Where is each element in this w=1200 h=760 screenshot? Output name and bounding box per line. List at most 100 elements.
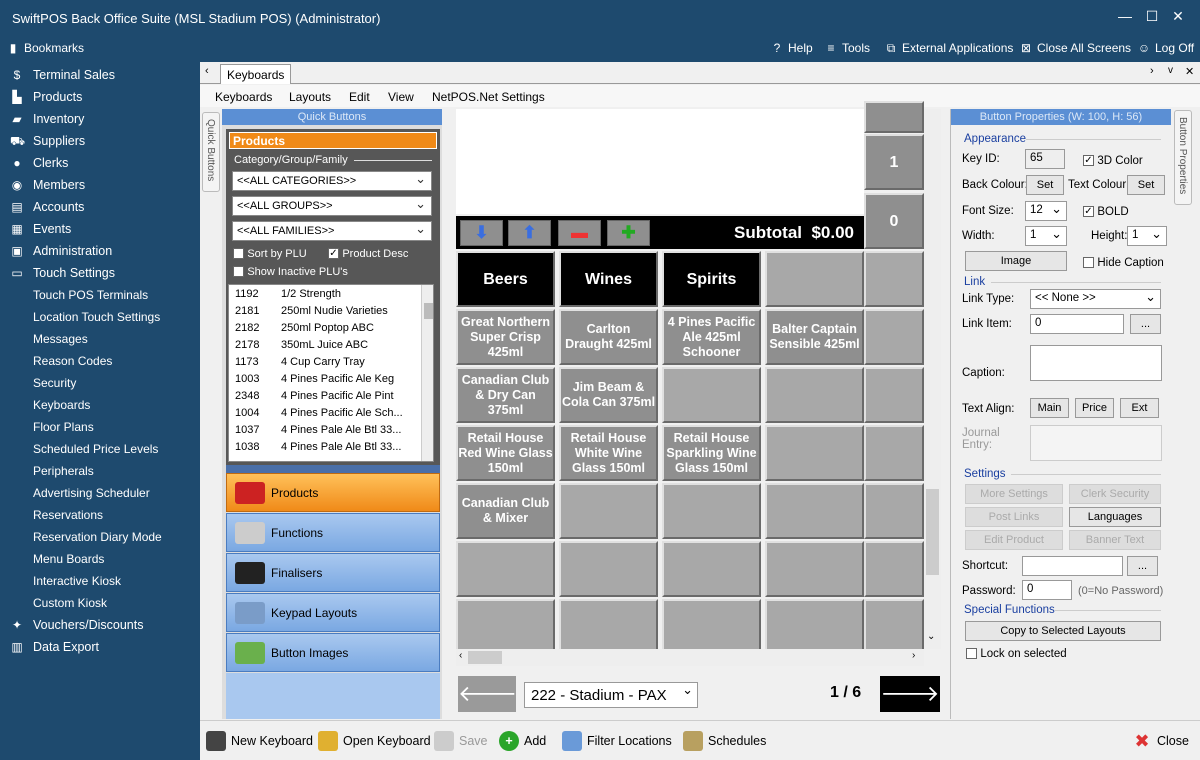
sidebar-item-suppliers[interactable]: ⛟ Suppliers [0,130,200,152]
align-main-button[interactable]: Main [1030,398,1069,418]
keyboard-key-empty[interactable] [456,599,555,655]
keyboard-key-empty[interactable] [559,599,658,655]
keyboard-key-empty[interactable] [765,599,864,655]
keyboard-key[interactable]: Canadian Club & Dry Can 375ml [456,367,555,423]
arrow-down-button[interactable]: ⬇ [460,220,503,246]
category-keypad-layouts[interactable]: Keypad Layouts [226,593,440,632]
banner-text-button[interactable]: Banner Text [1069,530,1161,550]
keyboard-key[interactable]: Retail House Sparkling Wine Glass 150ml [662,425,761,481]
shortcut-browse-button[interactable]: ... [1127,556,1158,576]
sidebar-subitem[interactable]: Floor Plans [0,416,200,438]
keyboard-key-empty[interactable] [662,541,761,597]
menu-keyboards[interactable]: Keyboards [215,90,272,104]
keyboard-key-empty[interactable] [765,425,864,481]
save-button[interactable]: Save [434,731,488,751]
close-button[interactable]: ✖ Close [1132,731,1189,751]
languages-button[interactable]: Languages [1069,507,1161,527]
keyboard-key[interactable]: 4 Pines Pacific Ale 425ml Schooner [662,309,761,365]
keyboard-key-empty[interactable] [559,483,658,539]
menu-view[interactable]: View [388,90,414,104]
kbd-v-scrollbar[interactable]: ⌄ [924,109,941,649]
align-price-button[interactable]: Price [1075,398,1114,418]
scroll-right-icon[interactable]: › [912,650,915,661]
link-type-select[interactable]: << None >> [1030,289,1161,309]
keyboard-key-empty[interactable] [765,483,864,539]
next-layout-button[interactable]: 🡒 [880,676,940,712]
list-item[interactable]: 1192 1/2 Strength [229,288,419,305]
filter-locations-button[interactable]: Filter Locations [562,731,672,751]
menu-edit[interactable]: Edit [349,90,370,104]
bookmarks-button[interactable]: ▮ Bookmarks [6,41,84,55]
category-functions[interactable]: Functions [226,513,440,552]
keyboard-key[interactable]: Carlton Draught 425ml [559,309,658,365]
prev-layout-button[interactable]: 🡐 [458,676,517,712]
keyboard-key-empty[interactable] [456,541,555,597]
show-inactive-checkbox[interactable] [233,266,244,278]
sidebar-subitem[interactable]: Keyboards [0,394,200,416]
keyboard-key-empty[interactable] [765,541,864,597]
keyboard-key-edge[interactable] [864,251,924,307]
sidebar-subitem[interactable]: Security [0,372,200,394]
tab-close-icon[interactable]: ✕ [1185,65,1194,78]
hide-caption-checkbox[interactable] [1083,257,1094,269]
list-item[interactable]: 2182 250ml Poptop ABC [229,322,419,339]
sidebar-subitem[interactable]: Menu Boards [0,548,200,570]
keypad-key-1[interactable]: 1 [864,134,924,190]
sidebar-item-touch-settings[interactable]: ▭ Touch Settings [0,262,200,284]
shortcut-field[interactable] [1022,556,1123,576]
menu-netpos-settings[interactable]: NetPOS.Net Settings [432,90,545,104]
keyboard-key-empty[interactable] [662,599,761,655]
keyboard-key[interactable]: Retail House Red Wine Glass 150ml [456,425,555,481]
keyboard-key[interactable]: Spirits [662,251,761,307]
text-colour-set-button[interactable]: Set [1127,175,1165,195]
category-finalisers[interactable]: Finalisers [226,553,440,592]
more-settings-button[interactable]: More Settings [965,484,1063,504]
scroll-down-icon[interactable]: ⌄ [927,631,935,642]
maximize-icon[interactable]: ☐ [1142,8,1162,25]
keyboard-key-edge[interactable] [864,599,924,655]
password-field[interactable]: 0 [1022,580,1072,600]
list-item[interactable]: 1038 4 Pines Pale Ale Btl 33... [229,441,419,458]
keyboard-key-edge[interactable] [864,309,924,365]
keyboard-key-edge[interactable] [864,483,924,539]
image-button[interactable]: Image [965,251,1067,271]
keypad-key[interactable] [864,101,924,133]
category-products[interactable]: Products [226,473,440,512]
sidebar-subitem[interactable]: Reservations [0,504,200,526]
copy-to-layouts-button[interactable]: Copy to Selected Layouts [965,621,1161,641]
keypad-key-0[interactable]: 0 [864,193,924,249]
keyboard-key-edge[interactable] [864,367,924,423]
categories-select[interactable]: <<ALL CATEGORIES>> [232,171,432,191]
layout-select[interactable]: 222 - Stadium - PAX [524,682,698,708]
menu-layouts[interactable]: Layouts [289,90,331,104]
bold-checkbox[interactable]: ✓ [1083,206,1094,218]
keyboard-key[interactable]: Great Northern Super Crisp 425ml [456,309,555,365]
sidebar-subitem[interactable]: Custom Kiosk [0,592,200,614]
tab-scroll-left-icon[interactable]: ‹ [205,65,209,77]
align-ext-button[interactable]: Ext [1120,398,1159,418]
arrow-up-button[interactable]: ⬆ [508,220,551,246]
sidebar-item-administration[interactable]: ▣ Administration [0,240,200,262]
keyboard-key[interactable]: Retail House White Wine Glass 150ml [559,425,658,481]
sidebar-item-data-export[interactable]: ▥ Data Export [0,636,200,658]
keyboard-key[interactable]: Beers [456,251,555,307]
button-properties-vtab[interactable]: Button Properties [1174,110,1192,205]
sidebar-subitem[interactable]: Reservation Diary Mode [0,526,200,548]
scrollbar-thumb[interactable] [926,489,939,575]
list-item[interactable]: 1173 4 Cup Carry Tray [229,356,419,373]
keyboard-key[interactable]: Canadian Club & Mixer [456,483,555,539]
font-size-select[interactable]: 12 [1025,201,1067,221]
edit-product-button[interactable]: Edit Product [965,530,1063,550]
sidebar-subitem[interactable]: Location Touch Settings [0,306,200,328]
scroll-left-icon[interactable]: ‹ [459,650,462,661]
kbd-h-scrollbar[interactable]: ‹ › [456,649,924,666]
log-off-button[interactable]: ☺ Log Off [1137,41,1194,55]
close-all-screens-button[interactable]: ⊠ Close All Screens [1019,41,1131,55]
link-item-field[interactable]: 0 [1030,314,1124,334]
sidebar-item-accounts[interactable]: ▤ Accounts [0,196,200,218]
tab-list-icon[interactable]: v [1168,65,1173,76]
keyboard-key-empty[interactable] [765,367,864,423]
sidebar-item-events[interactable]: ▦ Events [0,218,200,240]
plu-list[interactable]: 1192 1/2 Strength 2181 250ml Nudie Varieti… [228,284,434,462]
sidebar-item-terminal-sales[interactable]: $ Terminal Sales [0,64,200,86]
